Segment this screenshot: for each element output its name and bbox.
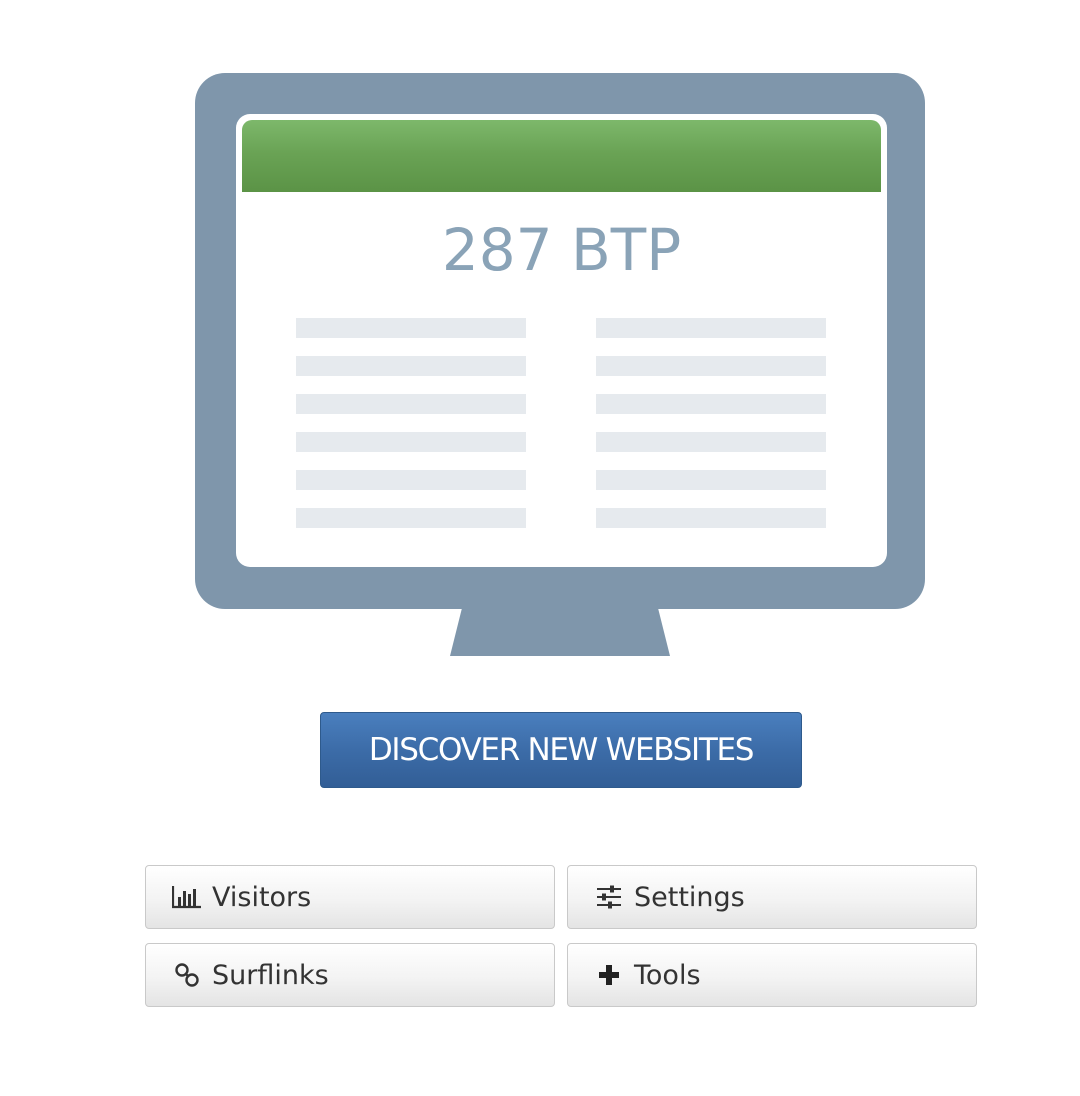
- placeholder-line: [596, 394, 826, 414]
- settings-label: Settings: [634, 881, 745, 913]
- discover-new-websites-button[interactable]: DISCOVER NEW WEBSITES: [320, 712, 802, 788]
- placeholder-line: [596, 432, 826, 452]
- placeholder-line: [596, 356, 826, 376]
- placeholder-line: [596, 470, 826, 490]
- placeholder-line: [296, 508, 526, 528]
- screen-header-bar: [242, 120, 881, 192]
- visitors-label: Visitors: [212, 881, 312, 913]
- plus-icon: [592, 960, 626, 990]
- visitors-button[interactable]: Visitors: [145, 865, 555, 929]
- placeholder-line: [296, 432, 526, 452]
- placeholder-line: [296, 356, 526, 376]
- btp-balance: 287 BTP: [441, 216, 682, 284]
- placeholder-line: [296, 394, 526, 414]
- monitor-screen: 287 BTP: [236, 114, 887, 567]
- tools-button[interactable]: Tools: [567, 943, 977, 1007]
- placeholder-line: [296, 470, 526, 490]
- sliders-icon: [592, 882, 626, 912]
- placeholder-line: [596, 508, 826, 528]
- bar-chart-icon: [170, 882, 204, 912]
- tools-label: Tools: [634, 959, 701, 991]
- placeholder-line: [296, 318, 526, 338]
- settings-button[interactable]: Settings: [567, 865, 977, 929]
- monitor-stand: [450, 608, 670, 656]
- surflinks-button[interactable]: Surflinks: [145, 943, 555, 1007]
- placeholder-line: [596, 318, 826, 338]
- link-icon: [170, 960, 204, 990]
- surflinks-label: Surflinks: [212, 959, 329, 991]
